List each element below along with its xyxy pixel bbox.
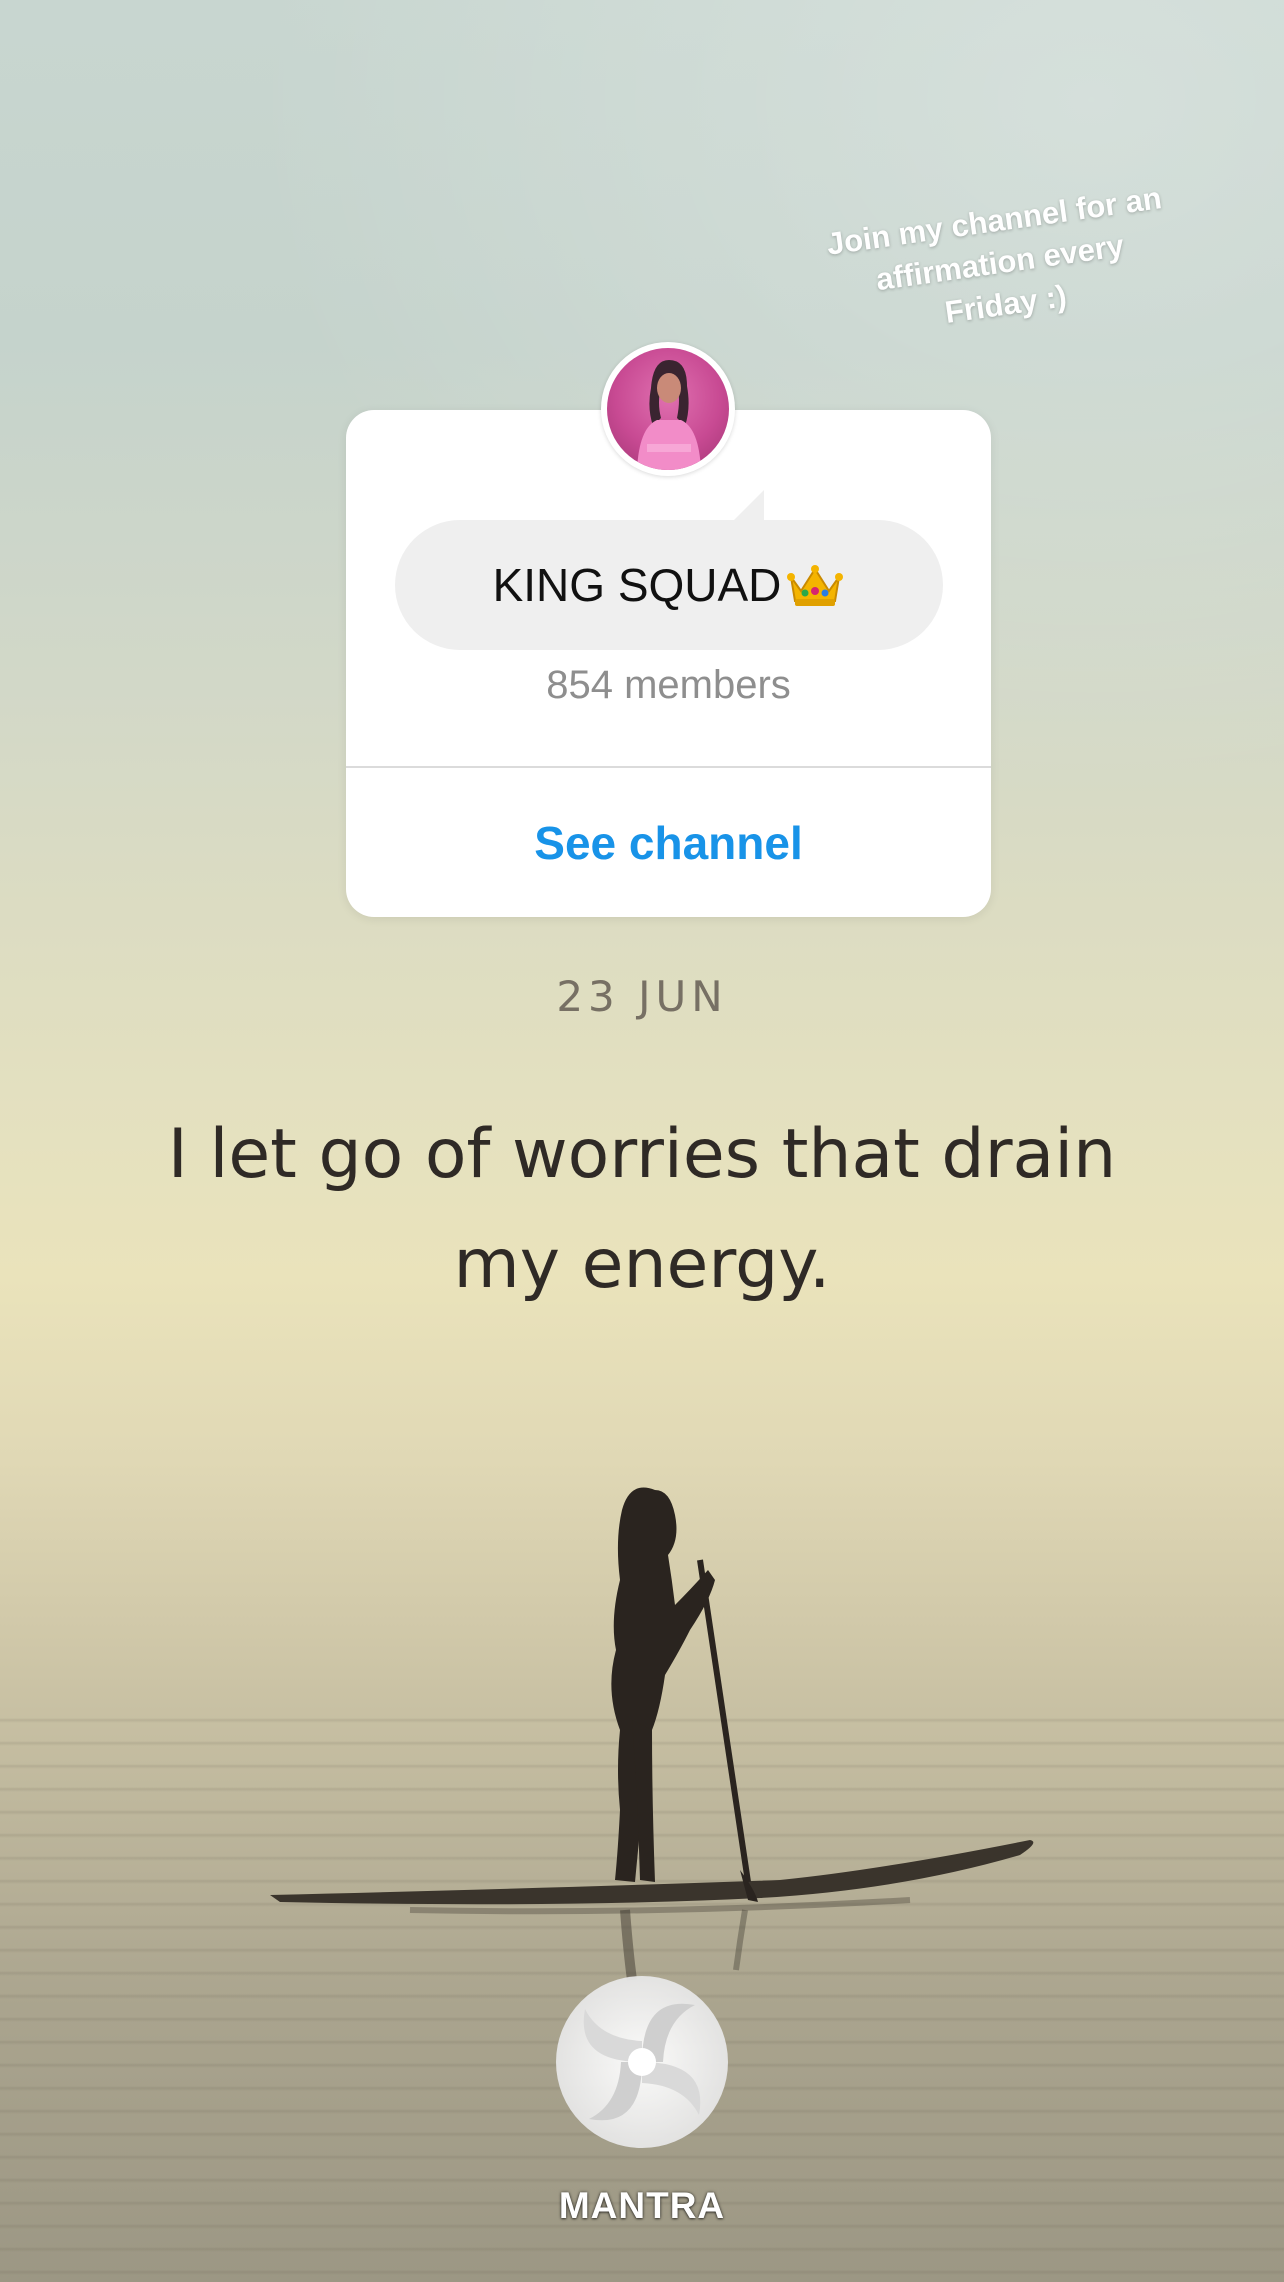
- mantra-swirl-logo-icon: [556, 1976, 728, 2148]
- see-channel-button[interactable]: See channel: [346, 768, 991, 917]
- member-count: 854 members: [546, 663, 791, 707]
- affirmation-line-2: my energy.: [453, 1225, 831, 1304]
- affirmation-line-1: I let go of worries that drain: [167, 1115, 1117, 1194]
- channel-avatar[interactable]: [601, 342, 735, 476]
- paddleboarder-silhouette: [270, 1487, 1034, 1981]
- crown-icon: [787, 565, 844, 606]
- avatar-photo: [607, 348, 729, 470]
- story-background: Join my channel for an affirmation every…: [0, 0, 1284, 2282]
- affirmation-text: I let go of worries that drain my energy…: [100, 1100, 1184, 1320]
- bubble-tail: [730, 490, 764, 524]
- brand-name: MANTRA: [558, 2185, 726, 2226]
- channel-name-text: KING SQUAD: [492, 559, 782, 611]
- affirmation-date: 23 JUN: [556, 972, 728, 1021]
- channel-name: KING SQUAD: [395, 520, 943, 650]
